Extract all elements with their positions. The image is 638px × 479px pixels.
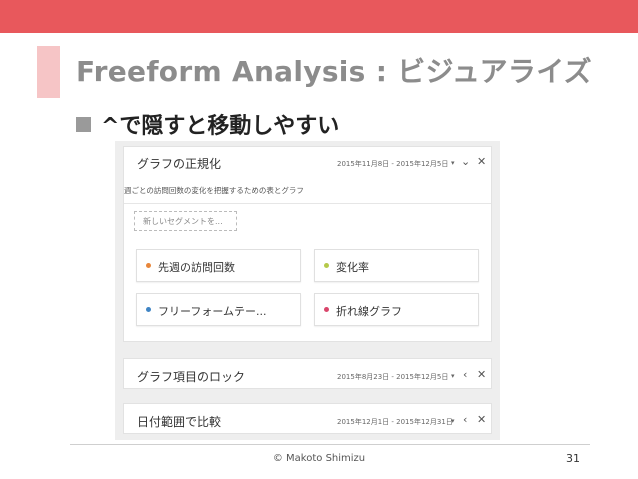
panel-description: 週ごとの訪問回数の変化を把握するための表とグラフ	[124, 186, 304, 195]
viz-tile-label: フリーフォームテー...	[158, 305, 267, 318]
bullet-point: ^で隠すと移動しやすい	[76, 108, 339, 140]
panel-header: グラフ項目のロック 2015年8月23日 - 2015年12月5日 ▾ ‹ ✕	[124, 359, 491, 390]
add-segment-dropzone[interactable]: 新しいセグメントを...	[134, 211, 237, 231]
footer-divider	[70, 444, 590, 445]
copyright-text: © Makoto Shimizu	[272, 453, 366, 464]
panel-title: 日付範囲で比較	[137, 415, 222, 429]
viz-tile-last-week-visits[interactable]: 先週の訪問回数	[136, 249, 301, 282]
blue-dot-icon	[146, 307, 151, 312]
top-color-bar	[0, 0, 638, 33]
date-range-selector[interactable]: 2015年8月23日 - 2015年12月5日	[337, 372, 448, 382]
date-range-selector[interactable]: 2015年11月8日 - 2015年12月5日	[337, 159, 448, 169]
divider	[124, 203, 491, 204]
orange-dot-icon	[146, 263, 151, 268]
date-range-selector[interactable]: 2015年12月1日 - 2015年12月31日	[337, 417, 453, 427]
slide-title: Freeform Analysis : ビジュアライズ	[76, 55, 592, 88]
chevron-down-icon[interactable]: ⌄	[461, 155, 470, 169]
date-dropdown-caret-icon[interactable]: ▾	[451, 159, 455, 167]
viz-tile-label: 変化率	[336, 261, 369, 274]
green-dot-icon	[324, 263, 329, 268]
analysis-workspace-screenshot: グラフの正規化 2015年11月8日 - 2015年12月5日 ▾ ⌄ ✕ 週ご…	[115, 141, 500, 440]
panel-graph-item-lock: グラフ項目のロック 2015年8月23日 - 2015年12月5日 ▾ ‹ ✕	[123, 358, 492, 389]
viz-tile-line-chart[interactable]: 折れ線グラフ	[314, 293, 479, 326]
close-icon[interactable]: ✕	[477, 368, 486, 382]
viz-tile-freeform-table[interactable]: フリーフォームテー...	[136, 293, 301, 326]
viz-tile-label: 折れ線グラフ	[336, 305, 402, 318]
pink-dot-icon	[324, 307, 329, 312]
date-dropdown-caret-icon[interactable]: ▾	[451, 417, 455, 425]
close-icon[interactable]: ✕	[477, 413, 486, 427]
square-bullet-icon	[76, 116, 91, 132]
panel-title: グラフ項目のロック	[137, 370, 246, 384]
panel-date-range-compare: 日付範囲で比較 2015年12月1日 - 2015年12月31日 ▾ ‹ ✕	[123, 403, 492, 434]
close-icon[interactable]: ✕	[477, 155, 486, 169]
panel-header: 日付範囲で比較 2015年12月1日 - 2015年12月31日 ▾ ‹ ✕	[124, 404, 491, 435]
panel-title: グラフの正規化	[137, 157, 222, 171]
page-number: 31	[566, 452, 580, 465]
viz-tile-label: 先週の訪問回数	[158, 261, 235, 274]
panel-graph-normalization: グラフの正規化 2015年11月8日 - 2015年12月5日 ▾ ⌄ ✕ 週ご…	[123, 146, 492, 342]
title-accent-block	[37, 46, 60, 98]
bullet-text: ^で隠すと移動しやすい	[101, 114, 340, 139]
panel-header: グラフの正規化 2015年11月8日 - 2015年12月5日 ▾ ⌄ ✕	[124, 147, 491, 179]
chevron-left-icon[interactable]: ‹	[463, 368, 467, 382]
chevron-left-icon[interactable]: ‹	[463, 413, 467, 427]
viz-tile-change-rate[interactable]: 変化率	[314, 249, 479, 282]
date-dropdown-caret-icon[interactable]: ▾	[451, 372, 455, 380]
